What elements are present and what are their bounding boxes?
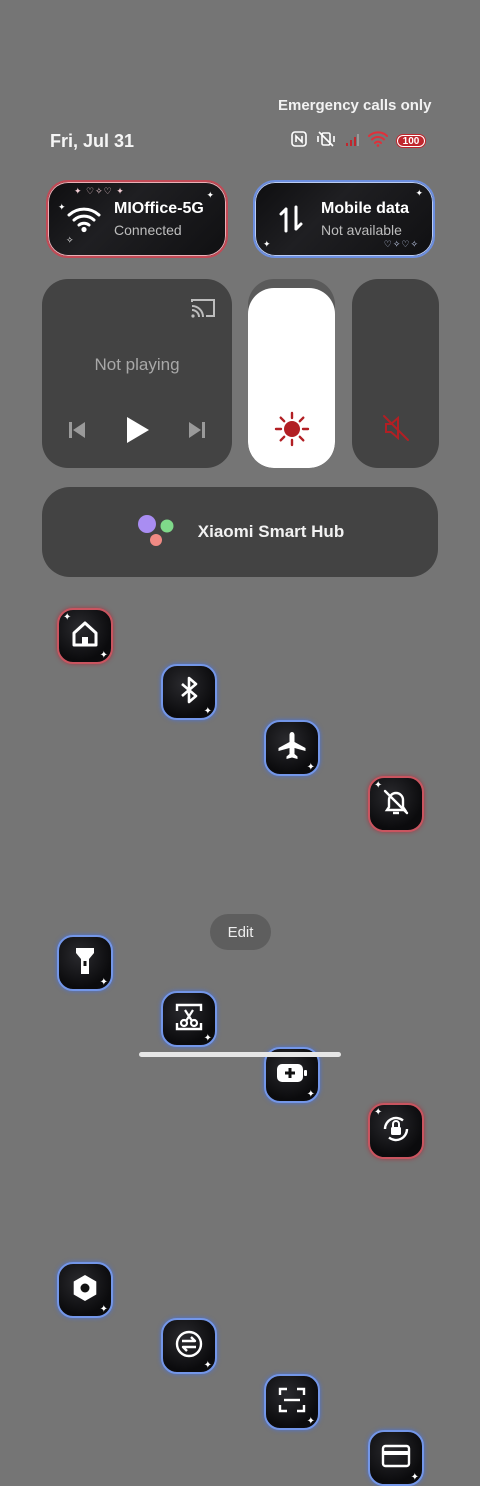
bell-off-icon: [381, 787, 411, 822]
screenshot-scissors-icon: [174, 1002, 204, 1037]
media-status: Not playing: [94, 355, 180, 374]
cast-icon[interactable]: [190, 297, 216, 324]
wifi-tile[interactable]: ✦ ♡✧♡ ✦ ✦ ✦ ✧ MIOffice-5G Connected: [46, 180, 228, 258]
card-icon: [380, 1443, 412, 1474]
smart-hub-label: Xiaomi Smart Hub: [197, 522, 345, 541]
smart-hub-icon: [136, 512, 178, 553]
volume-muted-icon: [352, 412, 439, 444]
next-track-icon[interactable]: [186, 419, 208, 446]
media-player-card[interactable]: Not playing: [42, 279, 232, 468]
toggle-bluetooth[interactable]: ✦: [161, 664, 217, 720]
sync-icon: [173, 1328, 205, 1365]
toggle-flashlight[interactable]: ✦: [57, 935, 113, 991]
previous-track-icon[interactable]: [66, 419, 88, 446]
battery-saver-icon: [275, 1061, 309, 1090]
wifi-status: Connected: [114, 222, 182, 238]
play-icon[interactable]: [123, 415, 151, 450]
scanner-icon: [277, 1385, 307, 1420]
settings-hex-icon: [70, 1273, 100, 1308]
mobile-data-status: Not available: [321, 222, 402, 238]
nfc-icon: [290, 130, 308, 153]
edit-button[interactable]: Edit: [210, 914, 271, 950]
wifi-icon: [64, 199, 104, 239]
airplane-icon: [276, 730, 308, 767]
smart-hub-card[interactable]: Xiaomi Smart Hub: [42, 487, 438, 577]
cell-signal-icon: [344, 131, 360, 152]
toggle-rotation-lock[interactable]: ✦: [368, 1103, 424, 1159]
toggle-do-not-disturb[interactable]: ✦: [368, 776, 424, 832]
rotation-lock-icon: [380, 1113, 412, 1150]
brightness-slider[interactable]: [248, 279, 335, 468]
date-text[interactable]: Fri, Jul 31: [50, 131, 134, 152]
battery-icon: 100: [396, 134, 426, 148]
toggle-screenshot[interactable]: ✦: [161, 991, 217, 1047]
wifi-icon: [368, 130, 388, 152]
mobile-data-title: Mobile data: [321, 200, 410, 217]
toggle-settings[interactable]: ✦: [57, 1262, 113, 1318]
status-icons: 100: [290, 130, 426, 152]
emergency-calls-text: Emergency calls only: [278, 97, 432, 114]
flashlight-icon: [72, 945, 98, 982]
home-icon: [70, 619, 100, 654]
mobile-data-icon: [271, 199, 311, 239]
bluetooth-icon: [176, 675, 202, 710]
home-indicator[interactable]: [139, 1052, 341, 1057]
toggle-airplane[interactable]: ✦: [264, 720, 320, 776]
vibrate-off-icon: [316, 130, 336, 153]
toggle-sync[interactable]: ✦: [161, 1318, 217, 1374]
toggle-card[interactable]: ✦: [368, 1430, 424, 1486]
toggle-home[interactable]: ✦ ✦: [57, 608, 113, 664]
mobile-data-tile[interactable]: ✦ ✦ ♡✧♡✧ Mobile data Not available: [253, 180, 435, 258]
volume-slider[interactable]: [352, 279, 439, 468]
brightness-sun-icon: [248, 410, 335, 448]
toggle-scanner[interactable]: ✦: [264, 1374, 320, 1430]
wifi-network-name: MIOffice-5G: [114, 200, 204, 217]
